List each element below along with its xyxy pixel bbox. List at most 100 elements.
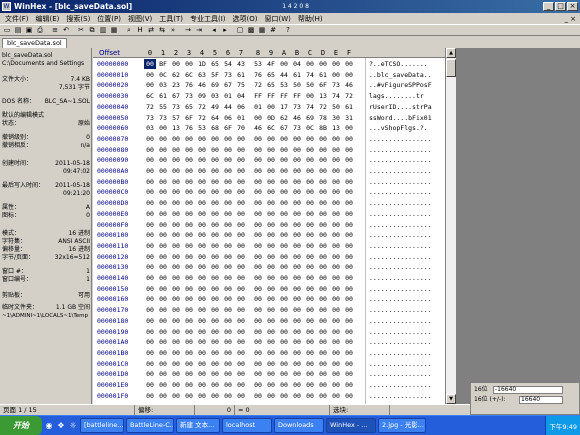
hex-byte[interactable]: 00: [330, 187, 342, 197]
hex-byte[interactable]: 00: [291, 380, 303, 390]
hex-byte[interactable]: 00: [222, 177, 234, 187]
hex-byte[interactable]: 00: [317, 177, 329, 187]
hex-byte[interactable]: 00: [317, 230, 329, 240]
hex-byte[interactable]: 00: [144, 155, 156, 165]
hex-byte[interactable]: 00: [265, 220, 277, 230]
ascii-text[interactable]: ................: [369, 241, 432, 251]
hex-byte[interactable]: 00: [252, 316, 264, 326]
hex-byte[interactable]: 00: [343, 198, 355, 208]
hex-byte[interactable]: 00: [209, 348, 221, 358]
hex-byte[interactable]: 00: [144, 284, 156, 294]
hex-byte[interactable]: 00: [304, 348, 316, 358]
hex-byte[interactable]: 00: [144, 166, 156, 176]
hex-byte[interactable]: 00: [278, 187, 290, 197]
hex-byte[interactable]: 00: [222, 262, 234, 272]
hex-byte[interactable]: 00: [278, 177, 290, 187]
hex-byte[interactable]: 00: [304, 316, 316, 326]
hex-byte[interactable]: 00: [196, 187, 208, 197]
hex-byte[interactable]: 00: [170, 198, 182, 208]
hex-byte[interactable]: 00: [291, 252, 303, 262]
hex-byte[interactable]: 00: [209, 220, 221, 230]
hex-byte[interactable]: 00: [144, 177, 156, 187]
hex-byte[interactable]: 00: [196, 391, 208, 401]
hex-byte[interactable]: 00: [291, 134, 303, 144]
hex-byte[interactable]: 00: [183, 305, 195, 315]
ascii-text[interactable]: ................: [369, 391, 432, 401]
hex-byte[interactable]: 00: [291, 220, 303, 230]
hex-byte[interactable]: 00: [235, 273, 247, 283]
hex-byte[interactable]: 00: [222, 155, 234, 165]
hex-byte[interactable]: 00: [170, 134, 182, 144]
ascii-text[interactable]: ................: [369, 187, 432, 197]
hex-byte[interactable]: 00: [222, 230, 234, 240]
hex-byte[interactable]: 00: [291, 359, 303, 369]
paste-special-icon[interactable]: ▦: [109, 26, 119, 35]
hex-byte[interactable]: 00: [317, 220, 329, 230]
hex-byte[interactable]: 00: [196, 327, 208, 337]
find-icon[interactable]: ⌕: [124, 26, 134, 35]
hex-byte[interactable]: 00: [209, 316, 221, 326]
ascii-text[interactable]: ................: [369, 327, 432, 337]
hex-byte[interactable]: 00: [157, 273, 169, 283]
hex-byte[interactable]: 00: [170, 209, 182, 219]
hex-byte[interactable]: 78: [317, 113, 329, 123]
hex-byte[interactable]: 00: [330, 70, 342, 80]
hex-byte[interactable]: 00: [235, 230, 247, 240]
ascii-text[interactable]: ................: [369, 359, 432, 369]
hex-byte[interactable]: 00: [330, 230, 342, 240]
hex-byte[interactable]: 00: [144, 359, 156, 369]
hex-byte[interactable]: 00: [317, 187, 329, 197]
hex-byte[interactable]: 70: [235, 123, 247, 133]
hex-byte[interactable]: 00: [170, 166, 182, 176]
menu-position[interactable]: 位置(P): [94, 14, 124, 24]
hex-byte[interactable]: 00: [183, 166, 195, 176]
hex-byte[interactable]: 61: [343, 102, 355, 112]
child-close-button[interactable]: ×: [570, 15, 576, 23]
hex-byte[interactable]: 00: [183, 187, 195, 197]
ascii-text[interactable]: ................: [369, 337, 432, 347]
hex-byte[interactable]: 61: [291, 70, 303, 80]
hex-byte[interactable]: 00: [235, 348, 247, 358]
hex-byte[interactable]: 00: [265, 294, 277, 304]
hex-byte[interactable]: 00: [144, 209, 156, 219]
hex-byte[interactable]: 00: [343, 380, 355, 390]
ascii-text[interactable]: ................: [369, 166, 432, 176]
scroll-up-button[interactable]: ▲: [446, 48, 456, 58]
hex-byte[interactable]: 00: [170, 187, 182, 197]
hex-byte[interactable]: 00: [157, 262, 169, 272]
hex-byte[interactable]: 00: [304, 337, 316, 347]
hex-byte[interactable]: 00: [317, 198, 329, 208]
hex-byte[interactable]: 00: [330, 359, 342, 369]
find-hex-icon[interactable]: H: [135, 26, 145, 35]
hex-byte[interactable]: 00: [252, 166, 264, 176]
hex-byte[interactable]: 00: [343, 305, 355, 315]
hex-byte[interactable]: 00: [222, 337, 234, 347]
menu-search[interactable]: 搜索(S): [63, 14, 93, 24]
hex-byte[interactable]: 73: [183, 91, 195, 101]
hex-byte[interactable]: 00: [278, 305, 290, 315]
hex-byte[interactable]: 00: [144, 252, 156, 262]
hex-byte[interactable]: 00: [343, 337, 355, 347]
ascii-text[interactable]: rUserID....strPa: [369, 102, 432, 112]
hex-byte[interactable]: 00: [265, 337, 277, 347]
hex-byte[interactable]: 00: [235, 391, 247, 401]
hex-byte[interactable]: 00: [317, 316, 329, 326]
hex-byte[interactable]: 00: [222, 327, 234, 337]
hex-byte[interactable]: 00: [265, 305, 277, 315]
hex-byte[interactable]: 00: [265, 134, 277, 144]
hex-byte[interactable]: 00: [170, 177, 182, 187]
hex-byte[interactable]: 13: [330, 123, 342, 133]
hex-byte[interactable]: 00: [144, 316, 156, 326]
hex-byte[interactable]: 00: [170, 348, 182, 358]
hex-byte[interactable]: 00: [330, 262, 342, 272]
hex-byte[interactable]: 00: [209, 187, 221, 197]
hex-byte[interactable]: 00: [209, 166, 221, 176]
hex-byte[interactable]: 00: [170, 262, 182, 272]
hex-byte[interactable]: 00: [304, 230, 316, 240]
hex-byte[interactable]: 00: [157, 391, 169, 401]
hex-byte[interactable]: 00: [183, 294, 195, 304]
save-icon[interactable]: ▣: [24, 26, 34, 35]
hex-byte[interactable]: 00: [183, 316, 195, 326]
hex-byte[interactable]: 72: [196, 113, 208, 123]
hex-byte[interactable]: 00: [252, 337, 264, 347]
